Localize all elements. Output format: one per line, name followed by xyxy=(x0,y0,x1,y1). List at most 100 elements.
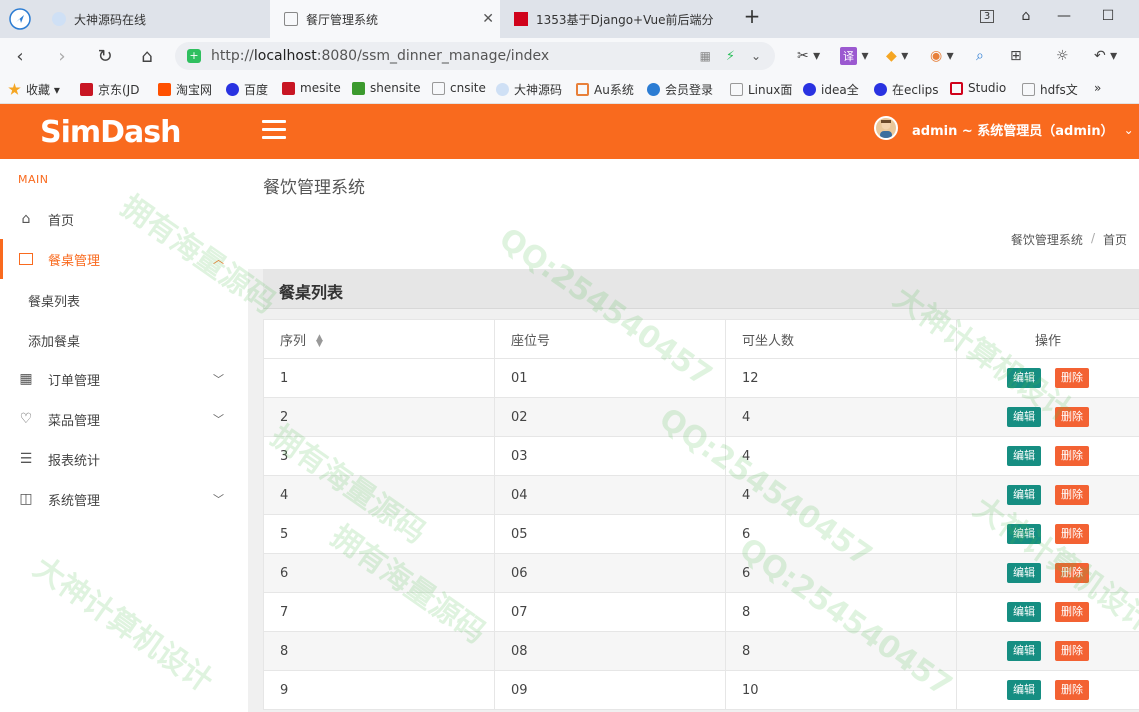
forward-icon[interactable]: › xyxy=(50,44,74,68)
bookmark-item[interactable]: mesite xyxy=(282,81,341,95)
minimize-icon[interactable]: — xyxy=(1050,0,1078,32)
edit-button[interactable]: 编辑 xyxy=(1007,641,1041,661)
seat-cell: 02 xyxy=(494,397,726,437)
reload-icon[interactable]: ↻ xyxy=(93,44,117,68)
panel-header: 餐桌列表 xyxy=(263,269,1139,309)
actions-cell: 编辑 删除 xyxy=(956,514,1139,554)
bookmark-item[interactable]: Studio xyxy=(950,81,1006,95)
translate-icon[interactable]: 译 ▾ xyxy=(840,46,868,66)
bookmarks-overflow[interactable]: » xyxy=(1094,81,1101,95)
table-row: 2 02 4 编辑 删除 xyxy=(263,397,1139,437)
close-icon[interactable]: ✕ xyxy=(482,11,494,27)
sidebar-item-home[interactable]: ⌂ 首页 xyxy=(0,199,248,239)
bookmark-item[interactable]: 收藏 ▾ xyxy=(8,81,60,98)
maximize-icon[interactable]: ☐ xyxy=(1094,0,1122,32)
table-row: 8 08 8 编辑 删除 xyxy=(263,631,1139,671)
sidebar-item-reports[interactable]: ☰ 报表统计 xyxy=(0,439,248,479)
brightness-icon[interactable]: ☼ xyxy=(1056,46,1069,66)
shirt-icon[interactable]: ⌂ xyxy=(1012,0,1040,32)
table-row: 6 06 6 编辑 删除 xyxy=(263,553,1139,593)
delete-button[interactable]: 删除 xyxy=(1055,602,1089,622)
apps-grid-icon[interactable]: ⊞ xyxy=(1010,46,1022,66)
tab-restaurant-mgmt[interactable]: 餐厅管理系统 ✕ xyxy=(270,0,500,38)
tab-count-badge[interactable]: 3 xyxy=(975,0,999,32)
coin-icon[interactable]: ◆ ▾ xyxy=(886,46,908,66)
sidebar-item-system[interactable]: ◫ 系统管理 ﹀ xyxy=(0,479,248,519)
sidebar-subitem-add-table[interactable]: 添加餐桌 xyxy=(28,331,80,350)
sidebar-item-label: 菜品管理 xyxy=(48,413,101,429)
seq-cell: 7 xyxy=(263,592,495,632)
table-row: 7 07 8 编辑 删除 xyxy=(263,592,1139,632)
bookmark-item[interactable]: 京东(JD xyxy=(80,81,139,98)
new-tab-button[interactable]: + xyxy=(738,0,766,32)
delete-button[interactable]: 删除 xyxy=(1055,368,1089,388)
edit-button[interactable]: 编辑 xyxy=(1007,485,1041,505)
qr-icon[interactable]: ▦ xyxy=(700,49,711,63)
delete-button[interactable]: 删除 xyxy=(1055,680,1089,700)
tab-dashen[interactable]: 大神源码在线 xyxy=(44,0,268,38)
search-icon[interactable]: ⌕ xyxy=(976,46,984,66)
layout-icon: ◫ xyxy=(19,491,33,507)
sidebar-item-orders[interactable]: ▦ 订单管理 ﹀ xyxy=(0,359,248,399)
sidebar-subitem-table-list[interactable]: 餐桌列表 xyxy=(28,291,80,310)
baidu-icon xyxy=(874,83,887,96)
delete-button[interactable]: 删除 xyxy=(1055,446,1089,466)
sidebar-item-dishes[interactable]: ♡ 菜品管理 ﹀ xyxy=(0,399,248,439)
delete-button[interactable]: 删除 xyxy=(1055,563,1089,583)
menu-toggle-icon[interactable] xyxy=(262,120,286,140)
column-header[interactable]: 序列 ▲ ▼ xyxy=(263,319,495,359)
bookmark-item[interactable]: 百度 xyxy=(226,81,268,98)
edit-button[interactable]: 编辑 xyxy=(1007,563,1041,583)
bookmark-item[interactable]: Au系统 xyxy=(576,81,634,98)
seat-cell: 06 xyxy=(494,553,726,593)
chevron-down-icon: ﹀ xyxy=(213,413,224,426)
capacity-cell: 4 xyxy=(725,475,957,515)
seq-cell: 8 xyxy=(263,631,495,671)
url-path: :8080/ssm_dinner_manage/index xyxy=(316,48,550,64)
bookmark-item[interactable]: 在eclips xyxy=(874,81,939,98)
avatar[interactable] xyxy=(874,116,898,140)
sidebar-item-label: 订单管理 xyxy=(48,373,101,389)
delete-button[interactable]: 删除 xyxy=(1055,407,1089,427)
edit-button[interactable]: 编辑 xyxy=(1007,602,1041,622)
bookmark-item[interactable]: cnsite xyxy=(432,81,486,95)
bookmark-item[interactable]: 大神源码 xyxy=(496,81,562,98)
edit-button[interactable]: 编辑 xyxy=(1007,407,1041,427)
bookmark-item[interactable]: 淘宝网 xyxy=(158,81,212,98)
grid-icon: ▦ xyxy=(19,371,33,387)
sort-icon[interactable]: ▲ ▼ xyxy=(316,334,323,349)
edit-button[interactable]: 编辑 xyxy=(1007,524,1041,544)
user-menu[interactable]: admin ~ 系统管理员（admin） ⌄ xyxy=(912,120,1134,140)
edit-button[interactable]: 编辑 xyxy=(1007,680,1041,700)
sidebar-item-label: 系统管理 xyxy=(48,493,101,509)
back-icon[interactable]: ‹ xyxy=(8,44,32,68)
bookmark-item[interactable]: 会员登录 xyxy=(647,81,713,98)
home-icon[interactable]: ⌂ xyxy=(135,44,159,68)
edit-button[interactable]: 编辑 xyxy=(1007,446,1041,466)
url-prefix: http:// xyxy=(211,48,254,64)
gamepad-icon[interactable]: ◉ ▾ xyxy=(930,46,954,66)
bookmark-item[interactable]: idea全 xyxy=(803,81,859,98)
scissors-icon[interactable]: ✂ ▾ xyxy=(797,46,820,66)
seat-cell: 04 xyxy=(494,475,726,515)
chevron-down-icon[interactable]: ⌄ xyxy=(751,49,761,63)
capacity-cell: 6 xyxy=(725,514,957,554)
undo-icon[interactable]: ↶ ▾ xyxy=(1094,46,1117,66)
edit-button[interactable]: 编辑 xyxy=(1007,368,1041,388)
bookmark-item[interactable]: shensite xyxy=(352,81,421,95)
delete-button[interactable]: 删除 xyxy=(1055,485,1089,505)
sidebar-item-table-mgmt[interactable]: 餐桌管理 ︿ xyxy=(0,239,248,279)
breadcrumb-item[interactable]: 餐饮管理系统 xyxy=(1011,231,1083,248)
tab-django[interactable]: 1353基于Django+Vue前后端分 xyxy=(504,0,730,38)
bookmark-item[interactable]: Linux面 xyxy=(730,81,792,98)
seq-cell: 1 xyxy=(263,358,495,398)
url-input[interactable]: + http://localhost:8080/ssm_dinner_manag… xyxy=(175,42,775,70)
browser-nav-icon[interactable] xyxy=(0,0,40,38)
list-icon: ☰ xyxy=(19,451,33,467)
delete-button[interactable]: 删除 xyxy=(1055,524,1089,544)
lightning-icon[interactable]: ⚡ xyxy=(726,49,735,64)
compass-icon xyxy=(9,8,31,30)
bookmark-item[interactable]: hdfs文 xyxy=(1022,81,1078,98)
seq-cell: 2 xyxy=(263,397,495,437)
delete-button[interactable]: 删除 xyxy=(1055,641,1089,661)
